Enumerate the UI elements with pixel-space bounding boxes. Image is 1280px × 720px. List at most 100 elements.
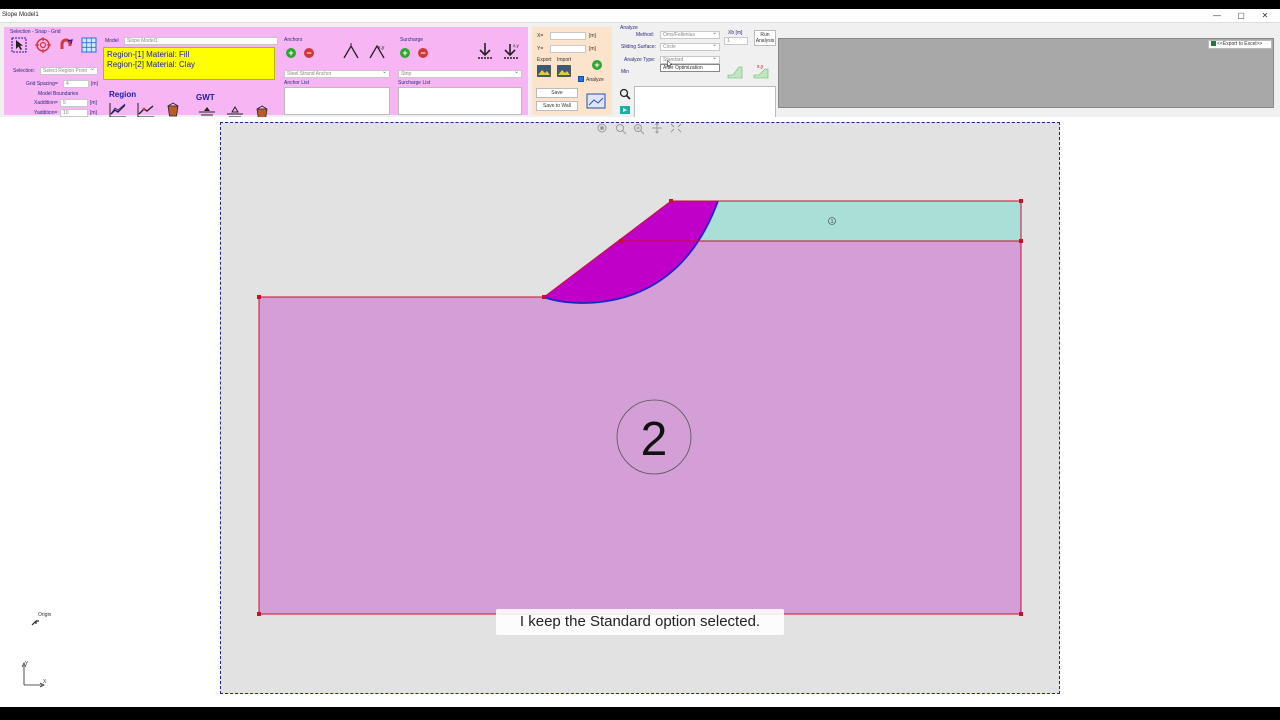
surcharge-draw-button[interactable] bbox=[476, 42, 494, 60]
surcharge-coords-icon: x,y bbox=[504, 43, 520, 59]
close-button[interactable]: ✕ bbox=[1260, 10, 1270, 22]
app-window: Slope Model1 — ▢ ✕ Selection - Snap - Gr… bbox=[0, 9, 1280, 707]
sliding-surface-label: Sliding Surface: bbox=[621, 44, 657, 50]
minimize-button[interactable]: — bbox=[1212, 10, 1222, 22]
method-select[interactable]: Oms/Fellenius bbox=[660, 31, 720, 39]
anchor-edit-button[interactable]: x,y bbox=[368, 42, 386, 60]
axis-triad-icon: Y X bbox=[21, 661, 47, 688]
y-coord-unit: [m] bbox=[589, 46, 596, 52]
svg-text:x,y: x,y bbox=[513, 43, 520, 48]
save-to-wall-button[interactable]: Save to Wall bbox=[536, 101, 578, 111]
yaddition-unit: [m] bbox=[90, 110, 97, 116]
analyze-checkbox-label: Analyze bbox=[586, 77, 604, 83]
origin-marker-icon bbox=[31, 620, 39, 626]
import-image-icon bbox=[557, 65, 571, 77]
remove-anchor-button[interactable]: − bbox=[304, 48, 314, 58]
gwt-section-title: GWT bbox=[196, 93, 215, 102]
export-label: Export bbox=[537, 57, 552, 63]
yaddition-input[interactable]: 10 bbox=[60, 109, 88, 117]
wall-image-icon bbox=[586, 93, 606, 109]
slope-icon bbox=[727, 66, 743, 79]
anchor-draw-button[interactable] bbox=[342, 42, 360, 60]
x-coord-unit: [m] bbox=[589, 33, 596, 39]
grid-tool-button[interactable] bbox=[80, 36, 98, 54]
window-title: Slope Model1 bbox=[2, 12, 39, 18]
analyze-panel: Analyze Method: Oms/Fellenius Sliding Su… bbox=[614, 24, 780, 120]
anchor-icon bbox=[343, 43, 359, 59]
drawing-canvas[interactable]: 1 2 Origin Y X I keep the Standard optio… bbox=[0, 117, 1280, 707]
region-2-label: 2 bbox=[641, 413, 668, 466]
region-materials-box[interactable]: Region-[1] Material: Fill Region-[2] Mat… bbox=[103, 47, 275, 80]
zoom-extents-icon[interactable] bbox=[616, 124, 627, 135]
sliding-surface-select[interactable]: Circle bbox=[660, 43, 720, 51]
export-button[interactable] bbox=[536, 64, 552, 78]
snap-tool-button[interactable] bbox=[34, 36, 52, 54]
zoom-icon[interactable] bbox=[634, 124, 645, 135]
model-label: Model bbox=[105, 38, 119, 44]
add-anchor-button[interactable]: + bbox=[286, 48, 296, 58]
grid-spacing-input[interactable]: 4 bbox=[63, 80, 89, 88]
surcharge-arrow-icon bbox=[478, 43, 492, 59]
select-tool-button[interactable] bbox=[10, 36, 28, 54]
region-edit-icon bbox=[137, 103, 154, 118]
region-1-material: Region-[1] Material: Fill bbox=[107, 50, 190, 59]
pan-icon[interactable] bbox=[652, 123, 662, 134]
magnet-tool-button[interactable] bbox=[57, 36, 75, 54]
surcharge-edit-button[interactable]: x,y bbox=[502, 42, 520, 60]
export-to-excel-button[interactable]: <<Export to Excel>> bbox=[1208, 40, 1272, 49]
model-boundaries-label: Model Boundaries bbox=[38, 91, 79, 97]
surcharge-label: Surcharge bbox=[400, 37, 424, 43]
surcharge-type-select[interactable]: Strip bbox=[398, 70, 522, 78]
anchor-list-label: Anchor List bbox=[284, 80, 310, 86]
axis-y-label: Y bbox=[25, 661, 29, 667]
min-label: Min bbox=[621, 69, 630, 75]
run-analysis-button[interactable]: Run Analysis bbox=[754, 30, 776, 46]
export-image-icon bbox=[537, 65, 551, 77]
axis-x-label: X bbox=[43, 679, 47, 685]
coordinates-panel: X= [m] Y= [m] Export Import + Analyze Sa… bbox=[532, 27, 612, 115]
slope-coords-button[interactable]: x,y bbox=[752, 62, 770, 80]
fit-icon[interactable] bbox=[670, 123, 682, 133]
grid-spacing-unit: [m] bbox=[91, 81, 98, 87]
add-point-button[interactable]: + bbox=[592, 60, 602, 70]
y-coord-input[interactable] bbox=[550, 45, 586, 53]
selection-group-title: Selection - Snap - Grid bbox=[10, 29, 61, 35]
analyze-checkbox[interactable] bbox=[578, 76, 584, 82]
svg-text:x,y: x,y bbox=[757, 64, 764, 70]
search-icon bbox=[619, 88, 631, 100]
zoom-search-button[interactable] bbox=[618, 87, 632, 101]
anchor-list[interactable] bbox=[284, 87, 390, 115]
model-name-input[interactable]: Slope Model1 bbox=[124, 37, 278, 45]
cursor-icon bbox=[11, 37, 27, 53]
save-button[interactable]: Save bbox=[536, 88, 578, 98]
grid-icon bbox=[81, 37, 97, 53]
reset-view-icon[interactable] bbox=[597, 123, 607, 133]
wall-view-button[interactable] bbox=[585, 92, 607, 110]
xb-input[interactable]: 1 bbox=[724, 37, 748, 45]
anchor-type-select[interactable]: Steel Strand Anchor bbox=[284, 70, 390, 78]
svg-text:x,y: x,y bbox=[378, 45, 385, 51]
target-icon bbox=[35, 37, 51, 53]
slope-coords-icon: x,y bbox=[753, 64, 769, 79]
import-button[interactable] bbox=[556, 64, 572, 78]
region-draw-icon bbox=[109, 103, 126, 118]
surcharge-list-label: Surcharge List bbox=[398, 80, 431, 86]
add-surcharge-button[interactable]: + bbox=[400, 48, 410, 58]
play-button[interactable] bbox=[618, 104, 632, 116]
remove-surcharge-button[interactable]: − bbox=[418, 48, 428, 58]
anchor-coords-icon: x,y bbox=[369, 44, 385, 59]
slope-view-button[interactable] bbox=[726, 62, 744, 80]
title-bar: Slope Model1 — ▢ ✕ bbox=[0, 9, 1280, 23]
analyze-type-label: Analyze Type: bbox=[624, 57, 656, 63]
selection-mode-select[interactable]: Select Region Point bbox=[40, 67, 98, 75]
screen-bottom-bar bbox=[0, 707, 1280, 720]
x-coord-input[interactable] bbox=[550, 32, 586, 40]
analysis-result-list[interactable] bbox=[634, 86, 776, 120]
region-section-title: Region bbox=[109, 90, 137, 99]
surcharge-list[interactable] bbox=[398, 87, 522, 115]
selection-label: Selection: bbox=[13, 68, 35, 74]
maximize-button[interactable]: ▢ bbox=[1236, 10, 1246, 22]
xaddition-input[interactable]: 5 bbox=[60, 99, 88, 107]
region-2-material: Region-[2] Material: Clay bbox=[107, 60, 196, 69]
grid-spacing-label: Grid Spacing= bbox=[26, 81, 58, 87]
